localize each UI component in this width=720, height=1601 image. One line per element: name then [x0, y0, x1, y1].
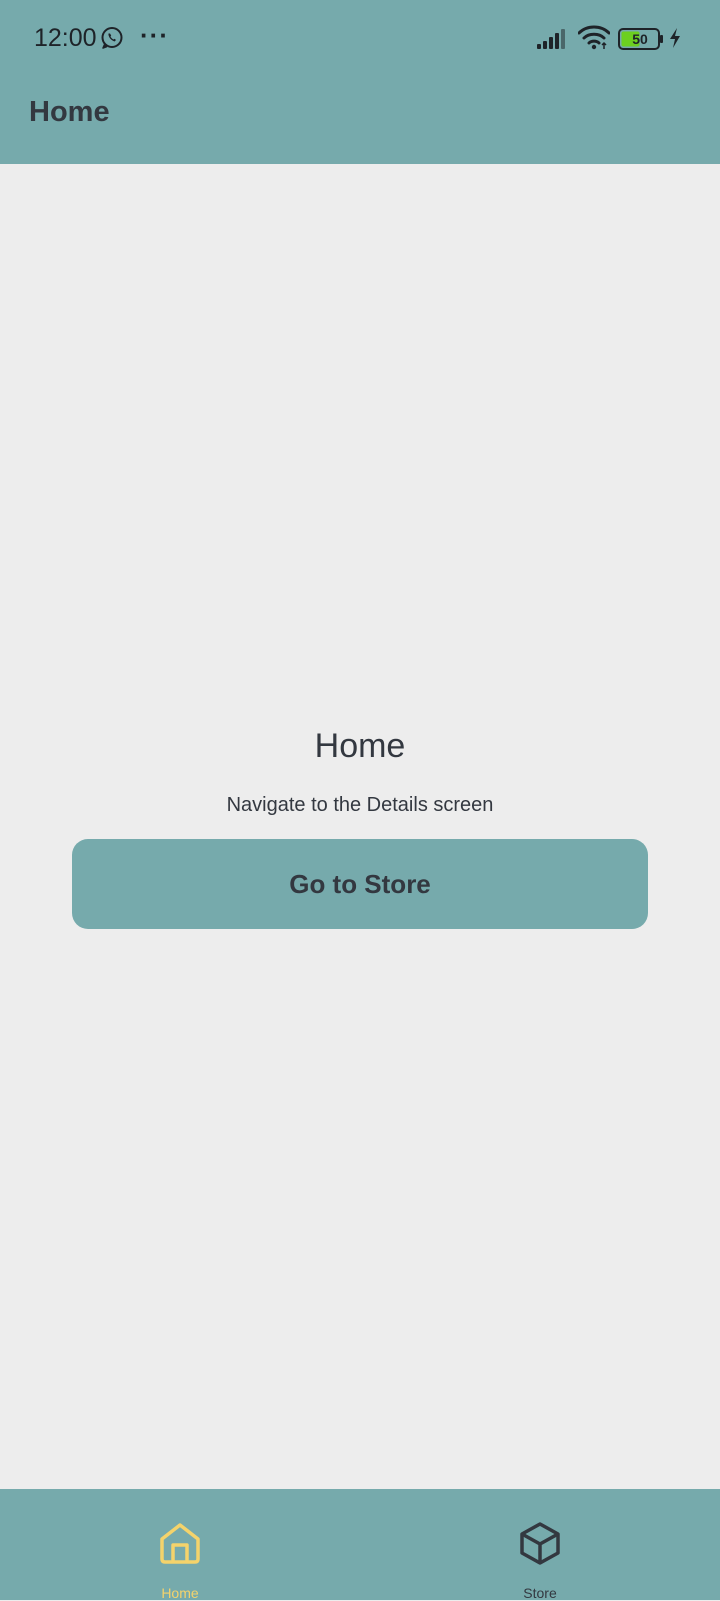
app-bar: Home [0, 80, 720, 164]
go-to-store-button[interactable]: Go to Store [72, 839, 648, 929]
bottom-nav: Home Store [0, 1489, 720, 1601]
status-bar: 12:00 ··· 50 [0, 0, 720, 80]
page-title: Home [29, 96, 110, 128]
tab-store-label: Store [523, 1585, 557, 1601]
battery-level: 50 [632, 31, 648, 47]
charging-icon [670, 28, 680, 48]
cube-icon [520, 1522, 560, 1565]
tab-home[interactable]: Home [80, 1489, 280, 1601]
home-heading: Home [314, 727, 406, 765]
tab-home-label: Home [161, 1585, 199, 1601]
tab-store[interactable]: Store [440, 1489, 640, 1601]
whatsapp-icon [101, 27, 123, 49]
home-icon [160, 1523, 200, 1564]
status-time: 12:00 [34, 24, 97, 52]
wifi-icon [578, 25, 610, 50]
main-content: Home Navigate to the Details screen Go t… [0, 164, 720, 1489]
status-overflow-indicator: ··· [140, 20, 169, 50]
signal-icon [537, 29, 565, 49]
go-to-store-button-label: Go to Store [289, 868, 431, 899]
home-subtitle: Navigate to the Details screen [226, 794, 494, 816]
